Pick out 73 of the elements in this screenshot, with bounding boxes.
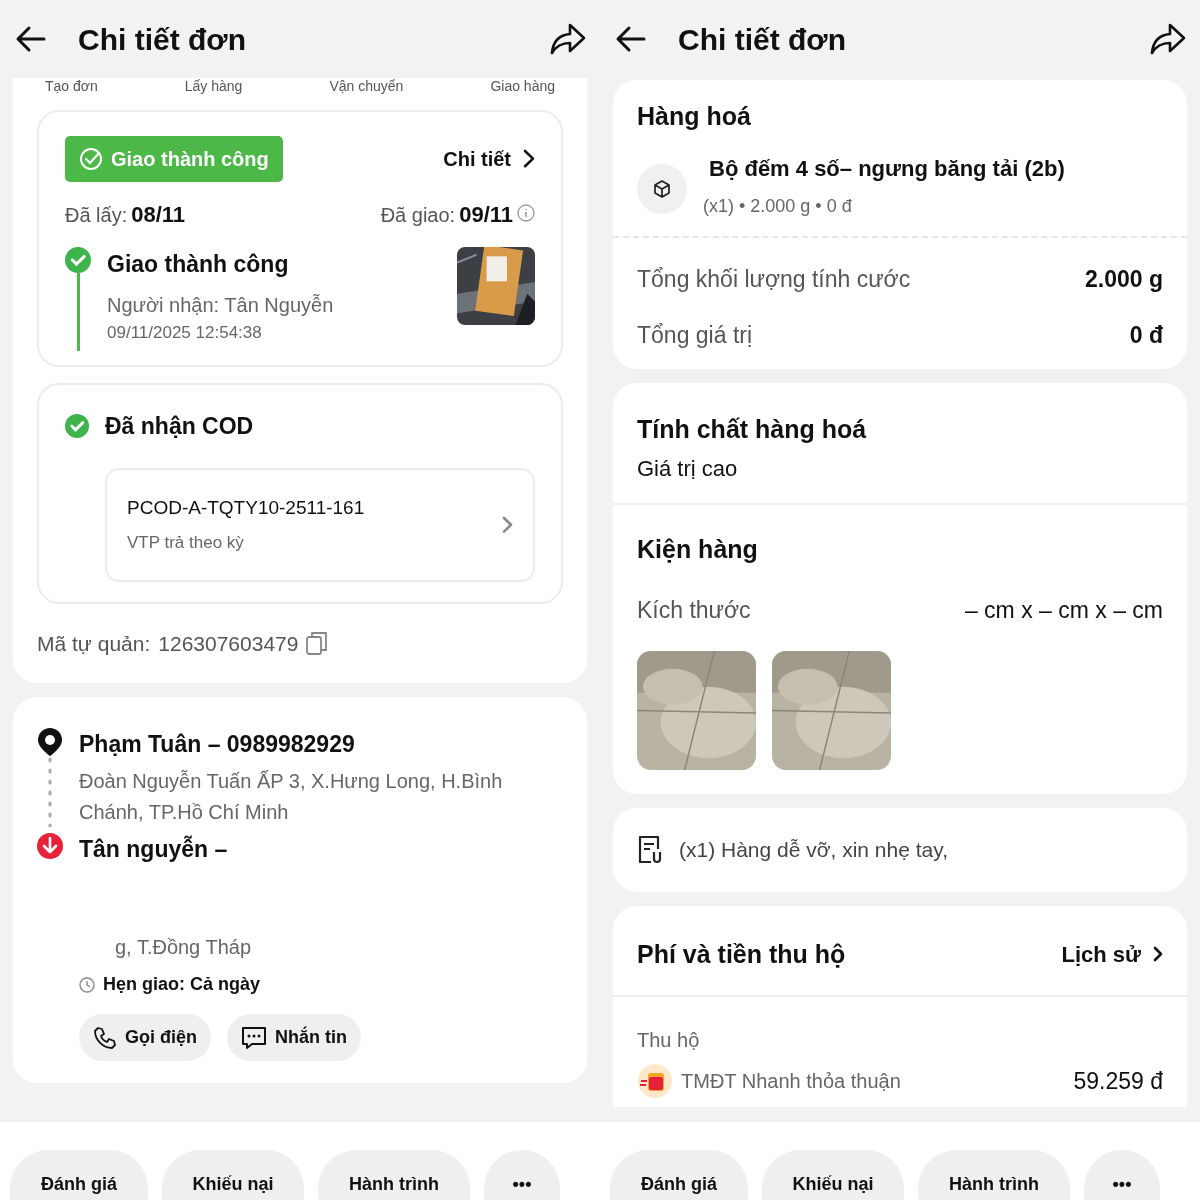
event-time: 09/11/2025 12:54:38 [107, 321, 263, 344]
fee-section-label: Thu hộ [636, 1028, 701, 1053]
section-title: Phí và tiền thu hộ [637, 938, 846, 970]
location-pin-icon [37, 727, 63, 757]
box-icon [652, 178, 672, 199]
history-link[interactable]: Lịch sử [1061, 937, 1163, 971]
note-text: (x1) Hàng dễ vỡ, xin nhẹ tay, [679, 837, 948, 863]
picked-date: 08/11 [131, 201, 186, 229]
clock-icon [79, 976, 95, 993]
sender-name: Phạm Tuân – 0989982929 [79, 730, 356, 759]
receiver-address: g, T.Đồng Tháp [115, 935, 253, 960]
action-button[interactable]: ••• [484, 1150, 560, 1200]
chevron-icon [1153, 946, 1163, 963]
dotted-line [48, 757, 52, 827]
chat-icon [241, 1025, 267, 1050]
item-meta: (x1) • 2.000 g • 0 đ [703, 194, 853, 218]
step-label: Tạo đơn [45, 78, 98, 94]
section-title: Hàng hoá [636, 101, 752, 132]
delivered-date: 09/11 [459, 201, 513, 229]
step-label: Lấy hàng [184, 78, 243, 94]
action-button[interactable]: Đánh giá [10, 1150, 148, 1200]
delivered-label: Đã giao: [380, 203, 456, 228]
action-button[interactable]: Khiếu nại [762, 1150, 904, 1200]
total-label: Tổng khối lượng tính cước [637, 264, 911, 294]
cod-code: PCOD-A-TQTY10-2511-161 [127, 495, 366, 520]
phone-icon [93, 1025, 117, 1050]
property-value: Giá trị cao [636, 455, 739, 483]
step-label: Giao hàng [490, 78, 555, 94]
cod-entry[interactable]: PCOD-A-TQTY10-2511-161 VTP trả theo kỳ [105, 467, 535, 582]
own-code-label: Mã tự quản: [37, 630, 151, 657]
arrow-down-circle-icon [37, 831, 63, 860]
info-icon [517, 204, 535, 222]
cod-title: Đã nhận COD [105, 412, 254, 441]
action-button[interactable]: ••• [1084, 1150, 1160, 1200]
item-name: Bộ đếm 4 số– ngưng băng tải (2b) [709, 154, 1065, 183]
size-value: – cm x – cm x – cm [964, 595, 1163, 625]
chevron-icon [502, 515, 513, 534]
receiver-text: Người nhận: Tân Nguyễn [107, 292, 335, 318]
picked-label: Đã lấy: [65, 203, 128, 228]
page-title: Chi tiết đơn [678, 21, 847, 58]
copy-icon[interactable] [306, 631, 329, 656]
cod-note: VTP trả theo kỳ [127, 532, 245, 554]
total-value: 0 đ [1129, 321, 1163, 350]
action-button[interactable]: Khiếu nại [162, 1150, 304, 1200]
share-icon[interactable] [550, 22, 586, 56]
shop-bag-icon [637, 1063, 673, 1099]
fee-name: TMĐT Nhanh thỏa thuận [681, 1069, 902, 1094]
action-button[interactable]: Đánh giá [610, 1150, 748, 1200]
receiver-name: Tân nguyễn – [79, 834, 229, 864]
total-value: 2.000 g [1085, 264, 1163, 294]
message-button[interactable]: Nhắn tin [227, 1014, 361, 1061]
appointment-text: Hẹn giao: Cả ngày [103, 973, 261, 996]
check-icon [79, 147, 103, 171]
action-button[interactable]: Hành trình [318, 1150, 470, 1200]
own-code-value: 126307603479 [158, 630, 299, 657]
fee-amount: 59.259 đ [1073, 1066, 1163, 1096]
section-title: Kiện hàng [636, 534, 759, 565]
status-badge: Giao thành công [65, 136, 283, 182]
step-label: Vận chuyển [329, 78, 404, 94]
chevron-icon [523, 149, 535, 169]
event-title: Giao thành công [107, 250, 290, 279]
share-icon[interactable] [1150, 22, 1186, 56]
size-label: Kích thước [637, 595, 751, 625]
section-title: Tính chất hàng hoá [636, 413, 868, 445]
check-icon [65, 247, 91, 273]
total-label: Tổng giá trị [637, 321, 753, 350]
check-icon [65, 414, 89, 439]
detail-link[interactable]: Chi tiết [443, 144, 535, 174]
page-title: Chi tiết đơn [78, 21, 247, 58]
sender-address: Đoàn Nguyễn Tuấn ẤP 3, X.Hưng Long, H.Bình Chánh, TP.Hồ Chí Minh [79, 768, 504, 825]
document-icon [637, 834, 663, 865]
call-button[interactable]: Gọi điện [79, 1014, 211, 1061]
action-button[interactable]: Hành trình [918, 1150, 1070, 1200]
